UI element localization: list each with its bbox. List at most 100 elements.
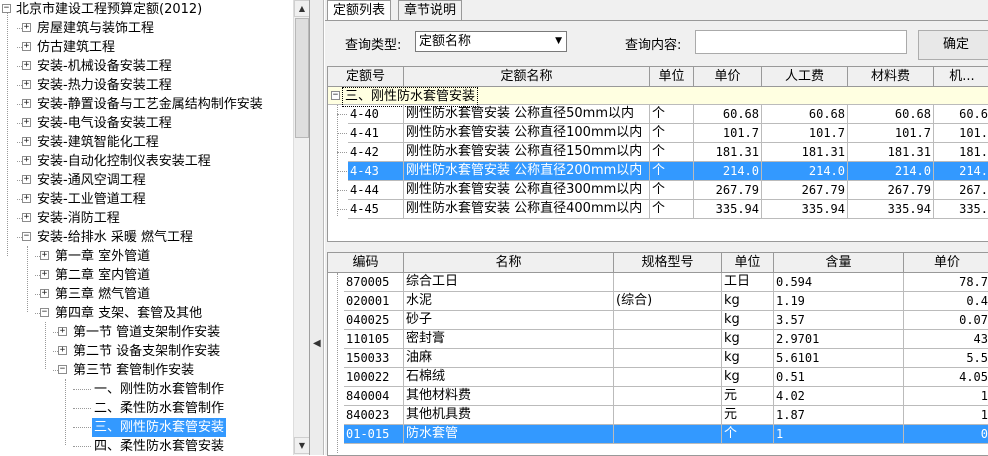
tab-quota-list[interactable]: 定额列表 xyxy=(327,0,392,21)
column-header[interactable]: 机... xyxy=(934,67,988,87)
column-header[interactable]: 含量 xyxy=(774,253,904,273)
tree-section[interactable]: − 第三节 套管制作安装 xyxy=(0,361,293,380)
quota-row[interactable]: 4-40 刚性防水套管安装 公称直径50mm以内个 60.68 60.68 60.68 6… xyxy=(328,105,988,124)
expand-plus-icon[interactable]: + xyxy=(22,61,31,70)
expand-minus-icon[interactable]: − xyxy=(40,308,49,317)
column-header[interactable]: 单价 xyxy=(694,67,762,87)
tree-line xyxy=(35,294,40,295)
tree-chapter[interactable]: + 第一章 室外管道 xyxy=(0,247,293,266)
tree-item[interactable]: + 仿古建筑工程 xyxy=(0,38,293,57)
tree-item[interactable]: + 安装-建筑智能化工程 xyxy=(0,133,293,152)
tree-item[interactable]: + 安装-热力设备安装工程 xyxy=(0,76,293,95)
resource-cell-name: 其他机具费 xyxy=(404,406,614,425)
expand-minus-icon[interactable]: − xyxy=(22,232,31,241)
tree-item[interactable]: + 安装-静置设备与工艺金属结构制作安装 xyxy=(0,95,293,114)
tree-chapter[interactable]: − 第四章 支架、套管及其他 xyxy=(0,304,293,323)
column-header[interactable]: 单价 xyxy=(904,253,988,273)
tree-item[interactable]: + 安装-通风空调工程 xyxy=(0,171,293,190)
tree-leaf[interactable]: 一、刚性防水套管制作 xyxy=(0,380,293,399)
scroll-thumb[interactable] xyxy=(295,18,309,138)
tree-item[interactable]: + 安装-工业管道工程 xyxy=(0,190,293,209)
quota-row[interactable]: 4-41 刚性防水套管安装 公称直径100mm以内个 101.7 101.7 101.7… xyxy=(328,124,988,143)
collapse-icon[interactable]: − xyxy=(2,4,11,13)
collapse-icon[interactable]: − xyxy=(331,91,340,100)
tree-chapter[interactable]: + 第二章 室内管道 xyxy=(0,266,293,285)
tree-item[interactable]: + 房屋建筑与装饰工程 xyxy=(0,19,293,38)
expand-plus-icon[interactable]: + xyxy=(22,156,31,165)
resource-row[interactable]: 110105 密封膏 kg 2.9701 43 xyxy=(328,330,988,349)
quota-table: 定额号 定额名称 单位 单价 人工费 材料费 机... − 三、刚性防水套管安装 4-40 刚… xyxy=(327,66,988,242)
scroll-down-icon[interactable]: ▼ xyxy=(294,437,309,454)
resource-row[interactable]: 100022 石棉绒 kg 0.51 4.05 xyxy=(328,368,988,387)
quota-row[interactable]: 4-42 刚性防水套管安装 公称直径150mm以内个 181.31 181.31 181… xyxy=(328,143,988,162)
tree-item[interactable]: + 安装-自动化控制仪表安装工程 xyxy=(0,152,293,171)
collapse-arrow-icon[interactable]: ◀ xyxy=(313,338,321,349)
column-header[interactable]: 规格型号 xyxy=(614,253,722,273)
expand-plus-icon[interactable]: + xyxy=(22,118,31,127)
expand-plus-icon[interactable]: + xyxy=(22,23,31,32)
tree-scrollbar[interactable]: ▲ ▼ xyxy=(293,0,309,455)
tree-line xyxy=(53,332,58,333)
tree-item[interactable]: + 安装-电气设备安装工程 xyxy=(0,114,293,133)
tree-section[interactable]: + 第二节 设备支架制作安装 xyxy=(0,342,293,361)
resource-row[interactable]: 01-015 防水套管 个 1 0 xyxy=(328,425,988,444)
expand-plus-icon[interactable]: + xyxy=(58,346,67,355)
tree-item-label: 安装-给排水 采暖 燃气工程 xyxy=(37,230,193,245)
resource-row[interactable]: 150033 油麻 kg 5.6101 5.5 xyxy=(328,349,988,368)
tree-line xyxy=(17,199,22,200)
column-header[interactable]: 编码 xyxy=(328,253,404,273)
expand-plus-icon[interactable]: + xyxy=(40,251,49,260)
quota-cell-mach: 267. xyxy=(934,181,988,200)
expand-minus-icon[interactable]: − xyxy=(58,365,67,374)
query-content-input[interactable] xyxy=(695,30,907,54)
resource-row[interactable]: 840023 其他机具费 元 1.87 1 xyxy=(328,406,988,425)
expand-plus-icon[interactable]: + xyxy=(22,99,31,108)
quota-row[interactable]: 4-43 刚性防水套管安装 公称直径200mm以内个 214.0 214.0 214.0… xyxy=(328,162,988,181)
expand-plus-icon[interactable]: + xyxy=(22,42,31,51)
tree-chapter[interactable]: + 第三章 燃气管道 xyxy=(0,285,293,304)
dropdown-arrow-icon: ▼ xyxy=(555,36,562,46)
resource-row[interactable]: 040025 砂子 kg 3.57 0.07 xyxy=(328,311,988,330)
tree-leaf[interactable]: 二、柔性防水套管制作 xyxy=(0,399,293,418)
quota-group-row[interactable]: − 三、刚性防水套管安装 xyxy=(328,87,988,107)
column-header[interactable]: 材料费 xyxy=(848,67,934,87)
expand-plus-icon[interactable]: + xyxy=(22,194,31,203)
tree-item-label: 第四章 支架、套管及其他 xyxy=(55,306,203,321)
expand-plus-icon[interactable]: + xyxy=(40,289,49,298)
tree-leaf[interactable]: 四、柔性防水套管安装 xyxy=(0,437,293,455)
resource-row[interactable]: 840004 其他材料费 元 4.02 1 xyxy=(328,387,988,406)
expand-plus-icon[interactable]: + xyxy=(58,327,67,336)
chapter-tree: − 北京市建设工程预算定额(2012) + 房屋建筑与装饰工程 + 仿古建筑工程 + 安装… xyxy=(0,0,293,455)
resource-row[interactable]: 020001 水泥 (综合) kg 1.19 0.4 xyxy=(328,292,988,311)
resource-cell-code: 110105 xyxy=(344,330,404,349)
resource-cell-qty: 1.87 xyxy=(774,406,904,425)
resource-cell-spec xyxy=(614,425,722,444)
expand-plus-icon[interactable]: + xyxy=(22,80,31,89)
column-header[interactable]: 单位 xyxy=(722,253,774,273)
panel-splitter[interactable]: ◀ xyxy=(310,0,324,455)
expand-plus-icon[interactable]: + xyxy=(22,137,31,146)
expand-plus-icon[interactable]: + xyxy=(40,270,49,279)
query-type-select[interactable]: 定额名称 ▼ xyxy=(415,31,567,52)
query-type-label: 查询类型: xyxy=(345,38,402,53)
quota-row[interactable]: 4-45 刚性防水套管安装 公称直径400mm以内个 335.94 335.94 335… xyxy=(328,200,988,219)
column-header[interactable]: 人工费 xyxy=(762,67,848,87)
tree-line xyxy=(73,427,91,428)
column-header[interactable]: 定额号 xyxy=(328,67,404,87)
column-header[interactable]: 名称 xyxy=(404,253,614,273)
scroll-up-icon[interactable]: ▲ xyxy=(294,0,309,17)
expand-plus-icon[interactable]: + xyxy=(22,213,31,222)
tree-item[interactable]: − 安装-给排水 采暖 燃气工程 xyxy=(0,228,293,247)
confirm-button[interactable]: 确定 xyxy=(918,30,988,60)
tree-leaf[interactable]: 三、刚性防水套管安装 xyxy=(0,418,293,437)
tree-line xyxy=(53,370,58,371)
tree-item[interactable]: + 安装-机械设备安装工程 xyxy=(0,57,293,76)
resource-row[interactable]: 870005 综合工日 工日 0.594 78.7 xyxy=(328,273,988,292)
tree-item[interactable]: + 安装-消防工程 xyxy=(0,209,293,228)
tree-section[interactable]: + 第一节 管道支架制作安装 xyxy=(0,323,293,342)
expand-plus-icon[interactable]: + xyxy=(22,175,31,184)
tab-chapter-notes[interactable]: 章节说明 xyxy=(398,0,463,20)
column-header[interactable]: 定额名称 xyxy=(404,67,650,87)
column-header[interactable]: 单位 xyxy=(650,67,694,87)
quota-row[interactable]: 4-44 刚性防水套管安装 公称直径300mm以内个 267.79 267.79 267… xyxy=(328,181,988,200)
